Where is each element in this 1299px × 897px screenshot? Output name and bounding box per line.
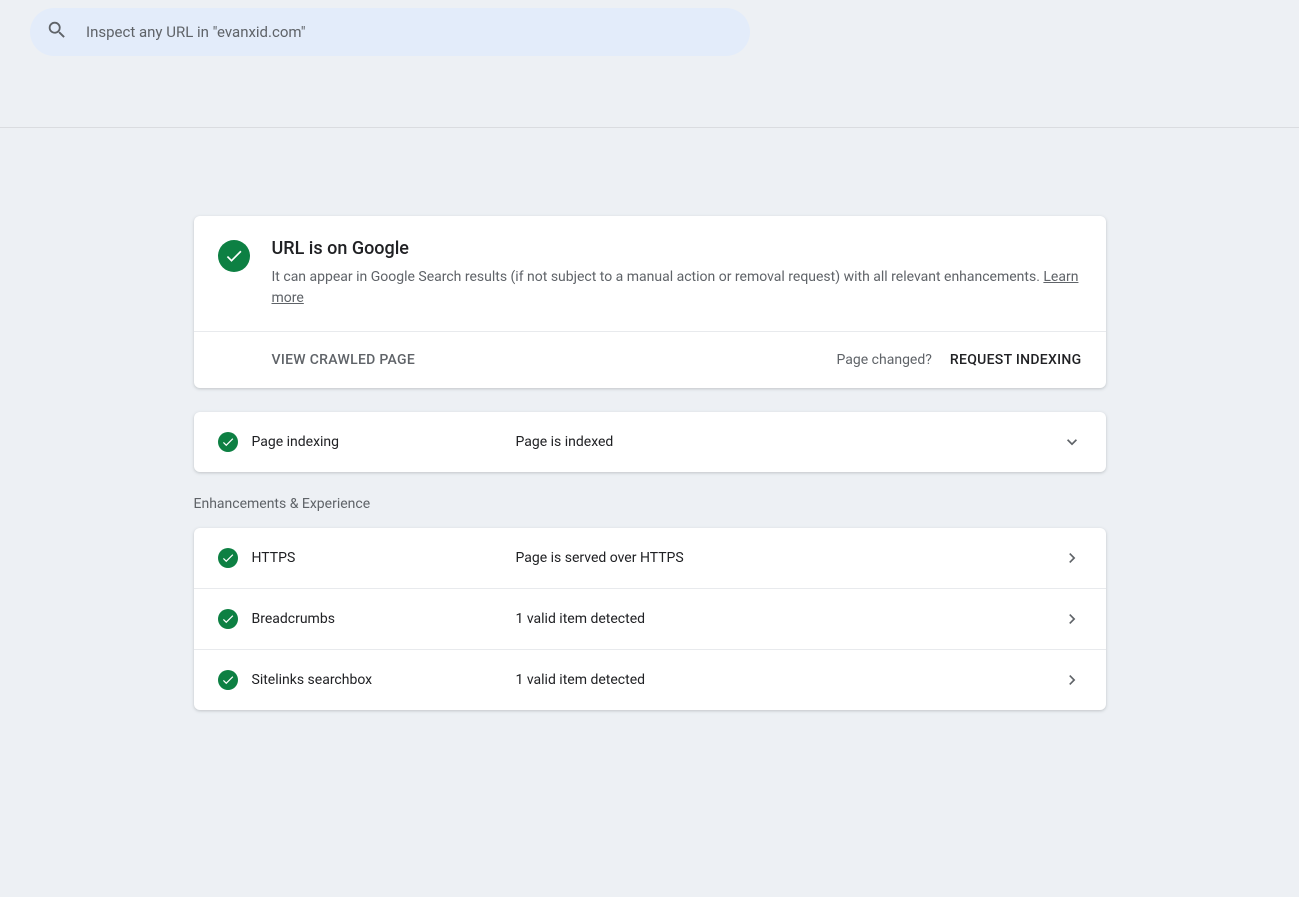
- page-changed-label: Page changed?: [837, 352, 932, 368]
- check-circle-icon: [218, 670, 238, 690]
- chevron-down-icon: [1062, 432, 1082, 452]
- page-indexing-card: Page indexing Page is indexed: [194, 412, 1106, 472]
- enhancements-list: HTTPS Page is served over HTTPS Breadcru…: [194, 528, 1106, 710]
- sitelinks-searchbox-row[interactable]: Sitelinks searchbox 1 valid item detecte…: [194, 649, 1106, 710]
- search-icon: [46, 19, 68, 45]
- enhancement-label: Sitelinks searchbox: [252, 672, 502, 688]
- header-bar: [0, 0, 1299, 128]
- action-bar: VIEW CRAWLED PAGE Page changed? REQUEST …: [194, 331, 1106, 388]
- enhancement-value: Page is served over HTTPS: [516, 550, 1048, 566]
- status-description: It can appear in Google Search results (…: [272, 267, 1082, 309]
- check-circle-icon: [218, 240, 250, 272]
- enhancement-value: 1 valid item detected: [516, 672, 1048, 688]
- url-inspect-input[interactable]: [86, 23, 734, 41]
- status-header: URL is on Google It can appear in Google…: [194, 216, 1106, 331]
- https-row[interactable]: HTTPS Page is served over HTTPS: [194, 528, 1106, 588]
- chevron-right-icon: [1062, 609, 1082, 629]
- status-text: URL is on Google It can appear in Google…: [272, 238, 1082, 309]
- request-indexing-button[interactable]: REQUEST INDEXING: [950, 352, 1082, 368]
- status-card: URL is on Google It can appear in Google…: [194, 216, 1106, 388]
- search-bar[interactable]: [30, 8, 750, 56]
- chevron-right-icon: [1062, 670, 1082, 690]
- enhancements-section-title: Enhancements & Experience: [194, 496, 1106, 512]
- status-title: URL is on Google: [272, 238, 1082, 259]
- enhancement-label: Breadcrumbs: [252, 611, 502, 627]
- page-indexing-row[interactable]: Page indexing Page is indexed: [194, 412, 1106, 472]
- main-content: URL is on Google It can appear in Google…: [194, 128, 1106, 710]
- breadcrumbs-row[interactable]: Breadcrumbs 1 valid item detected: [194, 588, 1106, 649]
- chevron-right-icon: [1062, 548, 1082, 568]
- view-crawled-page-button[interactable]: VIEW CRAWLED PAGE: [272, 352, 416, 368]
- indexing-label: Page indexing: [252, 434, 502, 450]
- enhancement-label: HTTPS: [252, 550, 502, 566]
- enhancement-value: 1 valid item detected: [516, 611, 1048, 627]
- indexing-value: Page is indexed: [516, 434, 1048, 450]
- check-circle-icon: [218, 609, 238, 629]
- check-circle-icon: [218, 548, 238, 568]
- check-circle-icon: [218, 432, 238, 452]
